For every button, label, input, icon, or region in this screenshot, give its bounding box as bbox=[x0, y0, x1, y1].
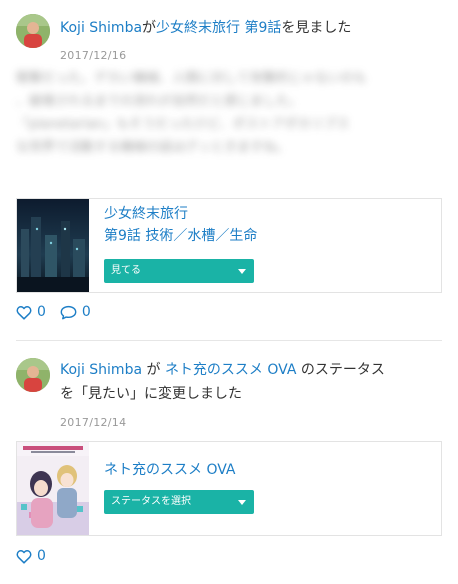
user-link[interactable]: Koji Shimba bbox=[60, 20, 142, 36]
headline-line: Koji Shimba が ネト充のススメ OVA のステータス bbox=[60, 358, 440, 382]
avatar-image bbox=[16, 14, 50, 48]
work-card[interactable]: 少女終末旅行 第9話 技術／水槽／生命 見てる bbox=[16, 198, 442, 293]
user-link[interactable]: Koji Shimba bbox=[60, 362, 142, 378]
caret-down-icon bbox=[238, 269, 246, 274]
heart-outline-icon bbox=[16, 549, 32, 564]
like-button[interactable]: 0 bbox=[16, 548, 46, 564]
heart-outline-icon bbox=[16, 305, 32, 320]
headline-connector: が bbox=[142, 362, 161, 378]
headline-suffix: のステータス bbox=[296, 362, 385, 378]
work-link[interactable]: ネト充のススメ OVA bbox=[165, 362, 296, 378]
activity-headline: Koji Shimbaが少女終末旅行 第9話を見ました bbox=[60, 16, 440, 40]
work-card[interactable]: ネト充のススメ OVA ステータスを選択 bbox=[16, 441, 442, 536]
activity-date: 2017/12/14 bbox=[60, 416, 127, 429]
work-title: 少女終末旅行 bbox=[104, 206, 188, 222]
caret-down-icon bbox=[238, 500, 246, 505]
comment-button[interactable]: 0 bbox=[60, 304, 91, 320]
comment-line: な世界で活動する機械の話はグッときますね。 bbox=[16, 140, 290, 155]
episode-link[interactable]: 少女終末旅行 第9話 bbox=[156, 20, 281, 36]
status-select-value: 見てる bbox=[111, 265, 141, 276]
headline-suffix-continued: を「見たい」に変更しました bbox=[60, 386, 242, 402]
speech-bubble-outline-icon bbox=[60, 305, 77, 319]
thumbnail-image bbox=[17, 442, 89, 535]
avatar[interactable] bbox=[16, 14, 50, 48]
activity-item: Koji Shimba が ネト充のススメ OVA のステータス を「見たい」に… bbox=[0, 341, 458, 584]
like-button[interactable]: 0 bbox=[16, 304, 46, 320]
activity-headline: Koji Shimba が ネト充のススメ OVA のステータス bbox=[60, 358, 440, 382]
avatar[interactable] bbox=[16, 358, 50, 392]
like-count: 0 bbox=[37, 304, 46, 320]
episode-title: 第9話 技術／水槽／生命 bbox=[104, 228, 258, 244]
activity-headline-continued: を「見たい」に変更しました bbox=[60, 382, 440, 406]
comment-text-blurred[interactable]: 衝撃だった。デカい機械、人間に対して攻撃的じゃないのも 、破壊されるまでの流れが… bbox=[16, 67, 436, 159]
work-thumbnail[interactable] bbox=[17, 442, 89, 535]
headline-suffix: を見ました bbox=[281, 20, 352, 36]
work-thumbnail[interactable] bbox=[17, 199, 89, 292]
status-select[interactable]: ステータスを選択 bbox=[104, 490, 254, 514]
activity-date: 2017/12/16 bbox=[60, 49, 127, 62]
reactions-bar: 0 0 bbox=[16, 304, 105, 320]
status-select[interactable]: 見てる bbox=[104, 259, 254, 283]
work-title-link[interactable]: ネト充のススメ OVA bbox=[104, 459, 235, 481]
thumbnail-image bbox=[17, 199, 89, 292]
reactions-bar: 0 bbox=[16, 548, 60, 564]
avatar-image bbox=[16, 358, 50, 392]
comment-line: 「planetarian」もそうだったけど、ポストアポカリプス bbox=[16, 117, 350, 132]
comment-line: 衝撃だった。デカい機械、人間に対して攻撃的じゃないのも bbox=[16, 71, 367, 86]
status-select-value: ステータスを選択 bbox=[111, 496, 191, 507]
work-title-link[interactable]: 少女終末旅行 第9話 技術／水槽／生命 bbox=[104, 203, 257, 247]
comment-count: 0 bbox=[81, 304, 91, 320]
comment-line: 、破壊されるまでの流れが自然だと感じました。 bbox=[16, 94, 303, 109]
headline-connector: が bbox=[142, 20, 157, 36]
like-count: 0 bbox=[37, 548, 46, 564]
activity-item: Koji Shimbaが少女終末旅行 第9話を見ました 2017/12/16 衝… bbox=[0, 0, 458, 340]
work-title: ネト充のススメ OVA bbox=[104, 462, 236, 478]
